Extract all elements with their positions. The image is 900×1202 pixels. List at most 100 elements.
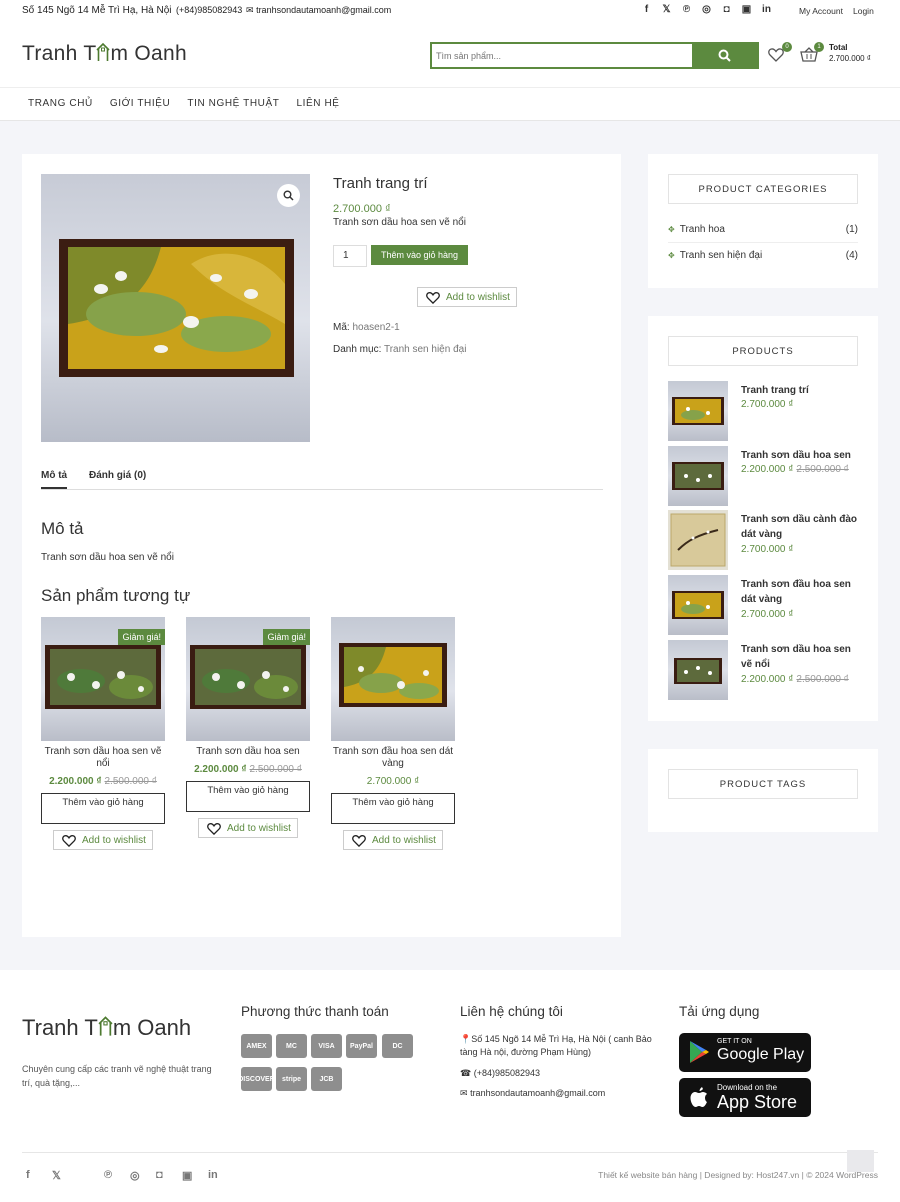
related-product-image[interactable] bbox=[331, 617, 455, 741]
sidebar-product-price: 2.700.000 ₫ bbox=[741, 399, 793, 410]
phone-icon: ☎ bbox=[460, 1068, 472, 1078]
envelope-icon: ✉ bbox=[460, 1088, 468, 1098]
product-thumbnail[interactable] bbox=[668, 381, 728, 441]
top-phone[interactable]: (+84)985082943 bbox=[176, 5, 242, 15]
tab-reviews[interactable]: Đánh giá (0) bbox=[89, 470, 146, 481]
sidebar-product[interactable]: Tranh sơn dầu hoa sen 2.200.000 ₫ 2.500.0… bbox=[668, 446, 858, 506]
sidebar-product-name: Tranh sơn dầu hoa sen vẽ nổi bbox=[741, 644, 851, 670]
tab-description[interactable]: Mô tả bbox=[41, 470, 68, 489]
contact-phone[interactable]: ☎ (+84)985082943 bbox=[460, 1067, 660, 1080]
copyright: Thiết kế website bán hàng | Designed by:… bbox=[598, 1170, 878, 1180]
price-current: 2.200.000 ₫ bbox=[49, 776, 102, 787]
heart-icon bbox=[62, 834, 76, 847]
contact-email[interactable]: ✉ tranhsondautamoanh@gmail.com bbox=[460, 1087, 660, 1100]
app-store-button[interactable]: Download on the App Store bbox=[679, 1078, 811, 1117]
related-product-3: Tranh sơn đầu hoa sen dát vàng 2.700.000… bbox=[331, 617, 455, 850]
quantity-input[interactable]: 1 bbox=[333, 245, 367, 267]
related-product-name[interactable]: Tranh sơn đầu hoa sen dát vàng bbox=[331, 746, 455, 770]
main-nav: TRANG CHỦ GIỚI THIỆU TIN NGHỆ THUẬT LIÊN… bbox=[0, 88, 900, 121]
related-add-to-cart-button[interactable]: Thêm vào giỏ hàng bbox=[331, 793, 455, 824]
search-icon bbox=[718, 49, 731, 62]
search-input[interactable] bbox=[436, 47, 691, 65]
back-to-top-button[interactable] bbox=[847, 1150, 874, 1172]
pinterest-icon[interactable]: ℗ bbox=[104, 1169, 130, 1182]
x-icon[interactable]: 𝕏 bbox=[52, 1169, 78, 1182]
sidebar-product[interactable]: Tranh sơn dầu hoa sen vẽ nổi 2.200.000 ₫… bbox=[668, 640, 858, 700]
contact-address-text: Số 145 Ngõ 14 Mễ Trì Hạ, Hà Nội ( canh B… bbox=[460, 1034, 652, 1057]
google-play-button[interactable]: GET IT ON Google Play bbox=[679, 1033, 811, 1072]
house-icon bbox=[98, 1015, 113, 1036]
login-link[interactable]: Login bbox=[853, 6, 874, 16]
related-product-name[interactable]: Tranh sơn dầu hoa sen bbox=[186, 746, 310, 758]
price-old: 2.500.000 ₫ bbox=[796, 674, 849, 685]
footer-socials: f 𝕏 ℗ ◎ ◘ ▣ in bbox=[26, 1169, 234, 1182]
related-wishlist-button[interactable]: Add to wishlist bbox=[343, 830, 443, 850]
sidebar-product[interactable]: Tranh sơn đầu hoa sen dát vàng 2.700.000… bbox=[668, 575, 858, 635]
sidebar-product-name: Tranh trang trí bbox=[741, 385, 809, 396]
product-thumbnail[interactable] bbox=[668, 640, 728, 700]
add-to-wishlist-button[interactable]: Add to wishlist bbox=[417, 287, 517, 307]
my-account-link[interactable]: My Account bbox=[799, 6, 843, 16]
category-item[interactable]: ✥ Tranh hoa (1) bbox=[668, 224, 858, 235]
related-add-to-cart-button[interactable]: Thêm vào giỏ hàng bbox=[41, 793, 165, 824]
linkedin-icon[interactable]: in bbox=[760, 3, 773, 17]
google-play-icon bbox=[690, 1041, 709, 1063]
instagram-icon[interactable]: ◘ bbox=[156, 1169, 182, 1182]
app-store-big: App Store bbox=[717, 1092, 798, 1112]
add-to-cart-button[interactable]: Thêm vào giỏ hàng bbox=[371, 245, 468, 265]
related-product-image[interactable]: Giảm giá! bbox=[186, 617, 310, 741]
flickr-icon[interactable]: ▣ bbox=[740, 3, 753, 17]
zoom-icon[interactable] bbox=[277, 184, 300, 207]
pinterest-icon[interactable]: ℗ bbox=[680, 3, 693, 17]
related-product-price: 2.200.000 ₫ 2.500.000 ₫ bbox=[41, 776, 165, 787]
diners-club-icon: DC bbox=[382, 1034, 413, 1058]
product-thumbnail[interactable] bbox=[668, 510, 728, 570]
product-image[interactable] bbox=[41, 174, 310, 442]
email-text: tranhsondautamoanh@gmail.com bbox=[256, 5, 392, 15]
product-thumbnail[interactable] bbox=[668, 575, 728, 635]
category-link[interactable]: Tranh sen hiện đại bbox=[384, 344, 466, 355]
sidebar-product[interactable]: Tranh sơn dầu cành đào dát vàng 2.700.00… bbox=[668, 510, 858, 570]
contact-email-text: tranhsondautamoanh@gmail.com bbox=[470, 1088, 606, 1098]
sidebar-product[interactable]: Tranh trang trí 2.700.000 ₫ bbox=[668, 381, 858, 441]
nav-item-about[interactable]: GIỚI THIỆU bbox=[110, 98, 171, 109]
nav-item-contact[interactable]: LIÊN HỆ bbox=[296, 98, 339, 109]
blank-social-icon[interactable] bbox=[78, 1169, 104, 1182]
diamond-icon: ✥ bbox=[668, 251, 675, 260]
contact-heading: Liên hệ chúng tôi bbox=[460, 1004, 563, 1019]
facebook-icon[interactable]: f bbox=[26, 1169, 52, 1182]
related-product-image[interactable]: Giảm giá! bbox=[41, 617, 165, 741]
top-email[interactable]: ✉ tranhsondautamoanh@gmail.com bbox=[246, 5, 391, 16]
heart-icon bbox=[352, 834, 366, 847]
related-add-to-cart-button[interactable]: Thêm vào giỏ hàng bbox=[186, 781, 310, 812]
sidebar-product-name: Tranh sơn đầu hoa sen dát vàng bbox=[741, 579, 851, 605]
related-wishlist-button[interactable]: Add to wishlist bbox=[53, 830, 153, 850]
price-current: 2.700.000 ₫ bbox=[741, 399, 794, 410]
nav-item-art-news[interactable]: TIN NGHỆ THUẬT bbox=[187, 98, 279, 109]
instagram-icon[interactable]: ◘ bbox=[720, 3, 733, 17]
site-logo[interactable]: Tranh T m Oanh bbox=[22, 42, 187, 66]
linkedin-icon[interactable]: in bbox=[208, 1169, 234, 1182]
dribbble-icon[interactable]: ◎ bbox=[130, 1169, 156, 1182]
map-pin-icon: 📍 bbox=[460, 1034, 472, 1044]
price-old: 2.500.000 ₫ bbox=[796, 464, 849, 475]
dribbble-icon[interactable]: ◎ bbox=[700, 3, 713, 17]
related-product-name[interactable]: Tranh sơn dầu hoa sen vẽ nổi bbox=[41, 746, 165, 770]
related-wishlist-button[interactable]: Add to wishlist bbox=[198, 818, 298, 838]
product-thumbnail[interactable] bbox=[668, 446, 728, 506]
category-name: Tranh sen hiện đại bbox=[679, 250, 763, 261]
cart-total[interactable]: Total 2.700.000 ₫ bbox=[829, 42, 871, 64]
total-label: Total bbox=[829, 43, 848, 52]
product-title: Tranh trang trí bbox=[333, 175, 428, 192]
cart-icon[interactable]: 1 bbox=[800, 42, 824, 65]
price-current: 2.700.000 ₫ bbox=[741, 609, 794, 620]
category-item[interactable]: ✥ Tranh sen hiện đại (4) bbox=[668, 250, 858, 261]
footer-logo[interactable]: Tranh T m Oanh bbox=[22, 1015, 191, 1041]
x-icon[interactable]: 𝕏 bbox=[660, 3, 673, 17]
price-old: 2.500.000 ₫ bbox=[104, 776, 157, 787]
facebook-icon[interactable]: f bbox=[640, 3, 653, 17]
wishlist-icon[interactable]: 0 bbox=[768, 42, 792, 65]
nav-item-home[interactable]: TRANG CHỦ bbox=[28, 98, 93, 109]
flickr-icon[interactable]: ▣ bbox=[182, 1169, 208, 1182]
search-button[interactable] bbox=[692, 42, 757, 69]
